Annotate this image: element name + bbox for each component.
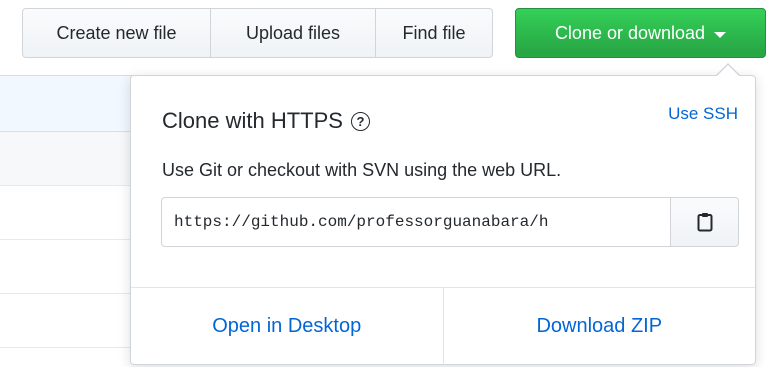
- clone-dropdown: Clone with HTTPS ? Use SSH Use Git or ch…: [130, 63, 756, 365]
- clone-url-group: [161, 197, 739, 247]
- clone-description: Use Git or checkout with SVN using the w…: [162, 160, 562, 180]
- file-list-row[interactable]: [0, 186, 150, 240]
- file-toolbar: Create new file Upload files Find file: [22, 8, 493, 58]
- file-list: [0, 75, 150, 367]
- clipboard-icon: [697, 213, 712, 232]
- use-ssh-link[interactable]: Use SSH: [668, 104, 738, 124]
- clone-or-download-label: Clone or download: [554, 22, 706, 43]
- copy-url-button[interactable]: [671, 197, 739, 247]
- download-zip-link[interactable]: Download ZIP: [444, 288, 756, 365]
- question-circle-icon[interactable]: ?: [350, 111, 370, 131]
- file-list-row[interactable]: [0, 240, 150, 294]
- file-list-row[interactable]: [0, 294, 150, 348]
- caret-down-icon: [714, 32, 727, 38]
- clone-panel-body: Clone with HTTPS ? Use SSH Use Git or ch…: [131, 76, 755, 287]
- create-new-file-button[interactable]: Create new file: [22, 8, 211, 58]
- upload-files-button[interactable]: Upload files: [211, 8, 376, 58]
- open-in-desktop-link[interactable]: Open in Desktop: [131, 288, 444, 365]
- file-list-row[interactable]: [0, 75, 150, 132]
- clone-title-text: Clone with HTTPS: [162, 108, 343, 133]
- clone-panel-footer: Open in Desktop Download ZIP: [131, 287, 755, 365]
- find-file-button[interactable]: Find file: [376, 8, 493, 58]
- clone-panel-title: Clone with HTTPS ?: [162, 108, 370, 134]
- clone-or-download-button[interactable]: Clone or download: [515, 8, 766, 58]
- file-list-row[interactable]: [0, 132, 150, 186]
- repo-page: Create new file Upload files Find file C…: [0, 0, 772, 367]
- clone-url-input[interactable]: [161, 197, 671, 247]
